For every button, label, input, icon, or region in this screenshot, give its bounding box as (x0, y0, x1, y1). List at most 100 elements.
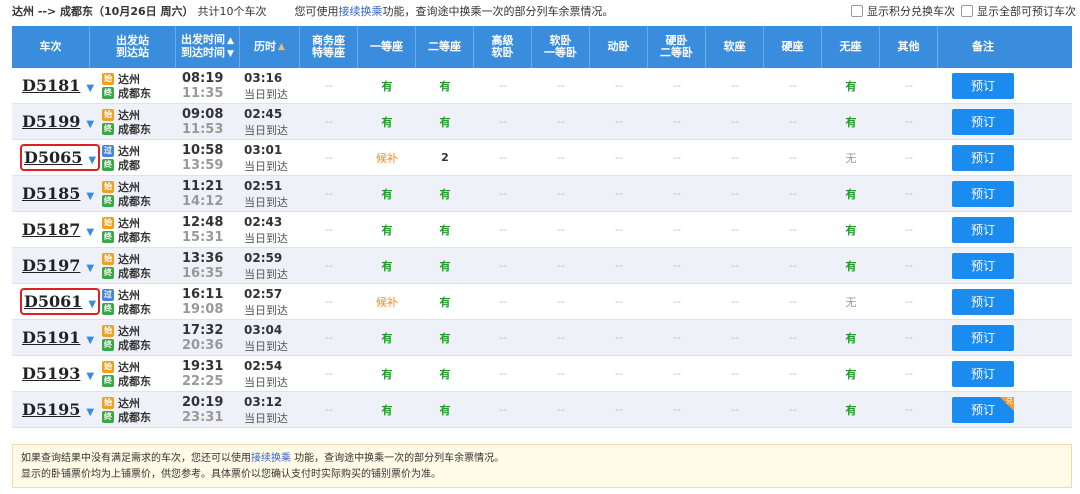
table-row: D5191 ▼ 始达州终成都东 17:32 20:36 03:04 当日到达 -- 有有 -- --… (12, 320, 1072, 356)
seat-first[interactable]: 有 (358, 212, 416, 247)
seat-second[interactable]: 有 (416, 212, 474, 247)
seat-first[interactable]: 有 (358, 392, 416, 427)
header-hardsecond: 硬卧 二等卧 (648, 26, 706, 68)
header-noseat: 无座 (822, 26, 880, 68)
points-exchange-option[interactable]: 显示积分兑换车次 (851, 3, 955, 19)
arrival-day: 当日到达 (244, 231, 288, 245)
seat-first[interactable]: 有 (358, 176, 416, 211)
book-button[interactable]: 预订兑 (952, 396, 1014, 423)
seat-second[interactable]: 2 (416, 140, 474, 175)
seat-second[interactable]: 有 (416, 284, 474, 319)
expand-caret-icon[interactable]: ▼ (86, 371, 94, 382)
train-number-link[interactable]: D5187 (22, 220, 80, 239)
expand-caret-icon[interactable]: ▼ (86, 263, 94, 274)
seat-first[interactable]: 有 (358, 356, 416, 391)
seat-second[interactable]: 有 (416, 320, 474, 355)
seat-hardseat: -- (789, 79, 797, 92)
seat-noseat[interactable]: 有 (822, 356, 880, 391)
sort-up-icon[interactable]: ▲ (227, 36, 234, 46)
seat-softfirst: -- (557, 115, 565, 128)
seat-noseat[interactable]: 有 (822, 68, 880, 103)
train-number-wrap: D5061 ▼ (19, 288, 101, 315)
seat-noseat[interactable]: 有 (822, 212, 880, 247)
to-station-badge-icon: 终 (102, 86, 114, 99)
seat-noseat[interactable]: 有 (822, 248, 880, 283)
seat-advsoft: -- (499, 331, 507, 344)
train-number-link[interactable]: D5193 (22, 364, 80, 383)
header-duration[interactable]: 历时 ▲ (240, 26, 300, 68)
expand-caret-icon[interactable]: ▼ (86, 407, 94, 418)
seat-first[interactable]: 候补 (358, 284, 416, 319)
from-station: 过达州 (102, 144, 140, 158)
train-cell: D5185 ▼ (12, 176, 94, 211)
station-cell: 始达州终成都东 (90, 176, 176, 211)
seat-hardsecond: -- (673, 187, 681, 200)
header-time[interactable]: 出发时间 ▲ 到达时间 ▼ (176, 26, 240, 68)
train-number-link[interactable]: D5065 (24, 148, 82, 167)
arrival-day: 当日到达 (244, 411, 288, 425)
train-number-link[interactable]: D5061 (24, 292, 82, 311)
train-number-link[interactable]: D5185 (22, 184, 80, 203)
all-bookable-option[interactable]: 显示全部可预订车次 (961, 3, 1076, 19)
book-button[interactable]: 预订 (952, 180, 1014, 207)
seat-second[interactable]: 有 (416, 176, 474, 211)
expand-caret-icon[interactable]: ▼ (86, 83, 94, 94)
book-button[interactable]: 预订 (952, 288, 1014, 315)
sort-duration-icon[interactable]: ▲ (278, 41, 285, 53)
expand-caret-icon[interactable]: ▼ (86, 335, 94, 346)
expand-caret-icon[interactable]: ▼ (88, 155, 96, 166)
train-number-link[interactable]: D5181 (22, 76, 80, 95)
expand-caret-icon[interactable]: ▼ (88, 299, 96, 310)
all-bookable-checkbox[interactable] (961, 5, 973, 17)
seat-other: -- (905, 295, 913, 308)
points-exchange-checkbox[interactable] (851, 5, 863, 17)
seat-second[interactable]: 有 (416, 68, 474, 103)
seat-hardseat: -- (789, 115, 797, 128)
seat-first[interactable]: 候补 (358, 140, 416, 175)
seat-noseat[interactable]: 有 (822, 320, 880, 355)
seat-second[interactable]: 有 (416, 248, 474, 283)
table-row: D5197 ▼ 始达州终成都东 13:36 16:35 02:59 当日到达 -- 有有 -- --… (12, 248, 1072, 284)
header-arr-time[interactable]: 到达时间 ▼ (181, 47, 234, 60)
seat-noseat[interactable]: 有 (822, 392, 880, 427)
from-station: 过达州 (102, 288, 140, 302)
book-button[interactable]: 预订 (952, 72, 1014, 99)
train-number-link[interactable]: D5195 (22, 400, 80, 419)
seat-first[interactable]: 有 (358, 104, 416, 139)
seat-first[interactable]: 有 (358, 320, 416, 355)
to-station-badge-icon: 终 (102, 230, 114, 243)
book-button[interactable]: 预订 (952, 216, 1014, 243)
seat-second[interactable]: 有 (416, 392, 474, 427)
seat-noseat[interactable]: 有 (822, 176, 880, 211)
expand-caret-icon[interactable]: ▼ (86, 191, 94, 202)
train-number-link[interactable]: D5199 (22, 112, 80, 131)
train-cell: D5197 ▼ (12, 248, 94, 283)
train-table: 车次 出发站 到达站 出发时间 ▲ 到达时间 ▼ 历时 ▲ 商务座 特等座 一等座 二等… (12, 26, 1072, 428)
seat-other: -- (905, 187, 913, 200)
seat-first[interactable]: 有 (358, 248, 416, 283)
book-button[interactable]: 预订 (952, 252, 1014, 279)
seat-second[interactable]: 有 (416, 104, 474, 139)
book-button[interactable]: 预订 (952, 108, 1014, 135)
departure-time: 11:21 (182, 178, 224, 194)
seat-dongwo: -- (615, 403, 623, 416)
header-softfirst: 软卧 一等卧 (532, 26, 590, 68)
seat-second[interactable]: 有 (416, 356, 474, 391)
train-number-link[interactable]: D5197 (22, 256, 80, 275)
notice-transfer-link[interactable]: 接续换乘 (251, 453, 291, 464)
seat-noseat[interactable]: 有 (822, 104, 880, 139)
train-number-link[interactable]: D5191 (22, 328, 80, 347)
expand-caret-icon[interactable]: ▼ (86, 227, 94, 238)
seat-softseat: -- (731, 151, 739, 164)
sort-down-icon[interactable]: ▼ (227, 49, 234, 59)
station-cell: 过达州终成都东 (90, 284, 176, 319)
book-button[interactable]: 预订 (952, 324, 1014, 351)
to-station-badge-icon: 终 (102, 194, 114, 207)
book-button[interactable]: 预订 (952, 360, 1014, 387)
seat-business: -- (325, 367, 333, 380)
expand-caret-icon[interactable]: ▼ (86, 119, 94, 130)
to-station-badge-icon: 终 (102, 338, 114, 351)
book-button[interactable]: 预订 (952, 144, 1014, 171)
seat-first[interactable]: 有 (358, 68, 416, 103)
transfer-link[interactable]: 接续换乘 (338, 5, 382, 18)
